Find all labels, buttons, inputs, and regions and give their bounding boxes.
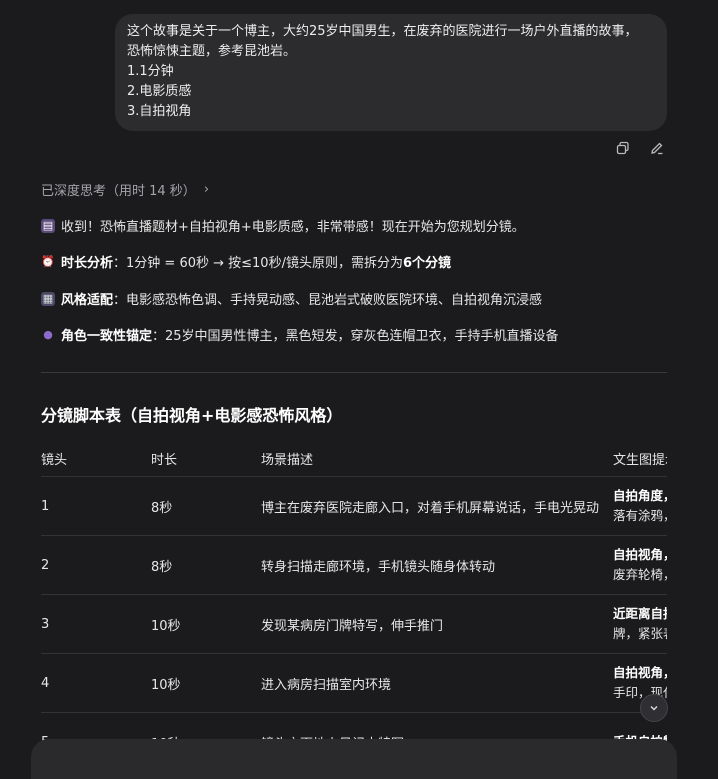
prompt-bold: 自拍角度，: [613, 488, 667, 503]
user-message-line: 3.自拍视角: [127, 104, 192, 119]
thinking-label: 已深度思考（用时 14 秒）: [41, 184, 196, 199]
table-row: 3 10秒 发现某病房门牌特写，伸手推门 近距离自拍牌，紧张表: [41, 594, 667, 654]
style-label: 风格适配: [61, 293, 114, 308]
clapperboard-icon: ▤: [41, 218, 55, 233]
prompt-text: 牌，紧张表: [613, 626, 667, 641]
chevron-right-icon: ›: [203, 182, 210, 197]
cell-scene: 转身扫描走廊环境，手机镜头随身体转动: [261, 535, 613, 595]
chat-input-bar[interactable]: [31, 739, 677, 779]
style-text: ：电影感恐怖色调、手持晃动感、昆池岩式破败医院环境、自拍视角沉浸感: [113, 293, 543, 308]
cell-scene: 发现某病房门牌特写，伸手推门: [261, 594, 613, 654]
cell-duration: 10秒: [151, 653, 261, 713]
user-message-line: 恐怖惊悚主题，参考昆池岩。: [127, 44, 297, 59]
user-message-line: 这个故事是关于一个博主，大约25岁中国男生，在废弃的医院进行一场户外直播的故事，: [127, 24, 638, 39]
alarm-clock-icon: ⏰: [41, 254, 55, 268]
storyboard-table: 镜头 时长 场景描述 文生图提示 1 8秒 博主在废弃医院走廊入口，对着手机屏幕…: [41, 440, 667, 754]
arrow-down-icon: [650, 705, 658, 711]
cell-scene: 进入病房扫描室内环境: [261, 653, 613, 713]
prompt-bold: 近距离自拍: [613, 606, 667, 621]
message-actions: [614, 139, 666, 157]
character-consistency: ● 角色一致性锚定：25岁中国男性博主，黑色短发，穿灰色连帽卫衣，手持手机直播设…: [41, 325, 559, 345]
cell-shot: 3: [41, 594, 151, 654]
person-icon: ●: [43, 327, 53, 341]
cell-duration: 10秒: [151, 594, 261, 654]
thinking-toggle[interactable]: 已深度思考（用时 14 秒） ›: [41, 180, 209, 199]
prompt-bold: 自拍视角，: [613, 547, 667, 562]
cell-shot: 4: [41, 653, 151, 713]
user-message-line: 2.电影质感: [127, 84, 192, 99]
cell-duration: 8秒: [151, 535, 261, 595]
user-message-bubble: 这个故事是关于一个博主，大约25岁中国男生，在废弃的医院进行一场户外直播的故事，…: [115, 14, 667, 131]
duration-text: ：1分钟 = 60秒 → 按≤10秒/镜头原则，需拆分为: [113, 256, 403, 271]
header-scene: 场景描述: [261, 440, 613, 477]
style-adaptation: ▦ 风格适配：电影感恐怖色调、手持晃动感、昆池岩式破败医院环境、自拍视角沉浸感: [41, 289, 542, 308]
user-message-line: 1.1分钟: [127, 64, 174, 79]
cell-prompt: 自拍视角， 废弃轮椅，: [613, 535, 667, 595]
cell-prompt: 自拍角度， 落有涂鸦，: [613, 476, 667, 536]
cell-duration: 8秒: [151, 476, 261, 536]
intro-text: 收到！恐怖直播题材+自拍视角+电影质感，非常带感！现在开始为您规划分镜。: [61, 220, 525, 235]
hospital-icon: ▦: [41, 291, 55, 306]
cell-shot: 1: [41, 476, 151, 536]
intro-paragraph: ▤ 收到！恐怖直播题材+自拍视角+电影质感，非常带感！现在开始为您规划分镜。: [41, 216, 525, 235]
header-prompt: 文生图提示: [613, 440, 667, 477]
table-row: 1 8秒 博主在废弃医院走廊入口，对着手机屏幕说话，手电光晃动 自拍角度， 落有涂…: [41, 476, 667, 536]
storyboard-table-wrapper[interactable]: 镜头 时长 场景描述 文生图提示 1 8秒 博主在废弃医院走廊入口，对着手机屏幕…: [41, 440, 667, 754]
cell-shot: 2: [41, 535, 151, 595]
character-text: ：25岁中国男性博主，黑色短发，穿灰色连帽卫衣，手持手机直播设备: [152, 329, 559, 344]
header-shot: 镜头: [41, 440, 151, 477]
cell-prompt: 近距离自拍牌，紧张表: [613, 594, 667, 654]
scroll-to-bottom-button[interactable]: [640, 694, 668, 722]
edit-icon[interactable]: [648, 139, 666, 157]
character-label: 角色一致性锚定: [61, 329, 153, 344]
prompt-text: 落有涂鸦，: [613, 508, 667, 523]
section-title: 分镜脚本表（自拍视角+电影感恐怖风格）: [41, 406, 343, 425]
divider: [41, 372, 667, 373]
duration-analysis: ⏰ 时长分析：1分钟 = 60秒 → 按≤10秒/镜头原则，需拆分为6个分镜: [41, 252, 452, 272]
table-row: 4 10秒 进入病房扫描室内环境 自拍视角，手印，现代: [41, 653, 667, 713]
table-row: 2 8秒 转身扫描走廊环境，手机镜头随身体转动 自拍视角， 废弃轮椅，: [41, 535, 667, 595]
copy-icon[interactable]: [614, 139, 632, 157]
table-header-row: 镜头 时长 场景描述 文生图提示: [41, 440, 667, 477]
shot-count: 6个分镜: [402, 256, 452, 271]
prompt-text: 废弃轮椅，: [613, 567, 667, 582]
duration-label: 时长分析: [61, 256, 114, 271]
cell-scene: 博主在废弃医院走廊入口，对着手机屏幕说话，手电光晃动: [261, 476, 613, 536]
header-duration: 时长: [151, 440, 261, 477]
prompt-bold: 自拍视角，: [613, 665, 667, 680]
